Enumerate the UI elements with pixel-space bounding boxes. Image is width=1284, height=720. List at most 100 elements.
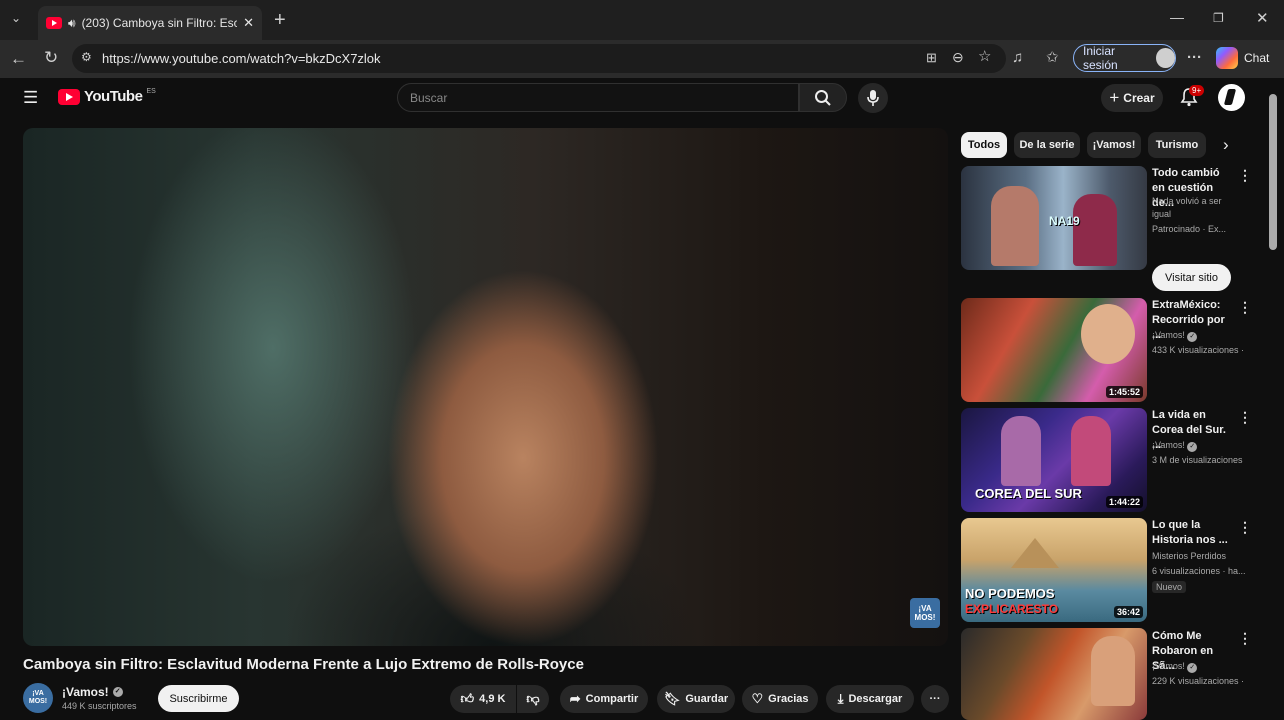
logo-region: ES xyxy=(146,88,156,95)
chip-todos[interactable]: Todos xyxy=(961,132,1007,158)
more-actions-button[interactable]: ··· xyxy=(921,685,949,713)
sponsored-thumb-text: NA19 xyxy=(1049,214,1080,228)
site-info-icon[interactable]: ⚙︎ xyxy=(81,51,92,63)
tab-title: (203) Camboya sin Filtro: Escla xyxy=(81,16,238,30)
related-thumbnail[interactable] xyxy=(961,628,1147,720)
download-button[interactable]: ⤓ Descargar xyxy=(826,685,914,713)
voice-search-button[interactable] xyxy=(858,83,888,113)
presenter-figure xyxy=(1073,194,1117,266)
create-label: Crear xyxy=(1123,91,1155,105)
verified-check-icon: ✓ xyxy=(1187,332,1198,342)
chip-de-la-serie[interactable]: De la serie xyxy=(1014,132,1080,158)
search-placeholder: Buscar xyxy=(410,90,448,105)
tab-list-chevron-down-icon[interactable]: ⌄ xyxy=(11,12,21,24)
download-icon: ⤓ xyxy=(837,691,844,706)
thanks-button[interactable]: ♡ Gracias xyxy=(742,685,818,713)
browser-tab[interactable]: 🔊︎ (203) Camboya sin Filtro: Escla ✕ xyxy=(38,6,262,40)
kebab-menu-icon[interactable]: ⋮ xyxy=(1238,519,1252,536)
video-title: Camboya sin Filtro: Esclavitud Moderna F… xyxy=(23,656,584,673)
related-channel: Misterios Perdidos xyxy=(1152,551,1227,561)
person-figure xyxy=(1001,416,1041,486)
minimize-icon[interactable]: — xyxy=(1170,10,1184,24)
thanks-heart-icon: ♡ xyxy=(751,691,764,706)
verified-check-icon: ✓ xyxy=(1187,442,1198,452)
save-button[interactable]: 🔖︎ Guardar xyxy=(657,685,735,713)
related-meta: 6 visualizaciones · ha... xyxy=(1152,566,1246,576)
new-tab-plus-icon[interactable]: + xyxy=(274,10,286,30)
close-window-icon[interactable]: ✕ xyxy=(1256,11,1269,26)
thumb-caption: COREA DEL SUR xyxy=(975,486,1082,501)
pyramid-shape xyxy=(1011,538,1059,568)
search-button[interactable] xyxy=(799,83,847,112)
related-channel: ¡Vamos! ✓ xyxy=(1152,438,1252,453)
thanks-label: Gracias xyxy=(768,693,809,705)
url-text: https://www.youtube.com/watch?v=bkzDcX7z… xyxy=(102,51,381,66)
subscribe-button[interactable]: Suscribirme xyxy=(158,685,239,712)
favorites-icon[interactable]: ✩ xyxy=(1046,50,1059,65)
search-icon xyxy=(815,89,831,106)
kebab-menu-icon[interactable]: ⋮ xyxy=(1238,167,1252,184)
related-channel: ¡Vamos! ✓ xyxy=(1152,328,1252,343)
back-arrow-icon[interactable]: ← xyxy=(10,50,27,67)
sponsored-thumbnail[interactable]: NA19 xyxy=(961,166,1147,270)
more-menu-icon[interactable]: ··· xyxy=(1187,50,1202,65)
chat-label: Chat xyxy=(1244,51,1270,65)
create-button[interactable]: + Crear xyxy=(1101,84,1163,112)
copilot-chat-button[interactable]: Chat xyxy=(1216,46,1269,70)
duration-badge: 1:44:22 xyxy=(1105,496,1143,508)
related-thumbnail[interactable]: 1:45:52 xyxy=(961,298,1147,402)
kebab-menu-icon[interactable]: ⋮ xyxy=(1238,299,1252,316)
host-face xyxy=(1081,304,1135,364)
reload-icon[interactable]: ↻ xyxy=(44,49,58,66)
kebab-menu-icon[interactable]: ⋮ xyxy=(1238,630,1252,647)
sponsored-meta: Patrocinado · Ex... xyxy=(1152,224,1227,234)
app-available-icon[interactable]: ⊞ xyxy=(926,51,937,64)
search-input[interactable]: Buscar xyxy=(397,83,799,112)
like-count: 4,9 K xyxy=(479,693,506,705)
maximize-icon[interactable]: ❐ xyxy=(1213,12,1224,24)
verified-check-icon: ✓ xyxy=(1187,663,1198,673)
share-button[interactable]: ➦ Compartir xyxy=(560,685,648,713)
hamburger-menu-icon[interactable]: ☰ xyxy=(23,88,38,108)
channel-avatar[interactable]: ¡VA MOS! xyxy=(23,683,53,713)
sponsored-desc: Nada volvió a ser igual xyxy=(1152,196,1222,219)
visit-site-button[interactable]: Visitar sitio xyxy=(1152,264,1231,291)
favorite-star-icon[interactable]: ☆ xyxy=(978,49,991,64)
related-meta: 3 M de visualizaciones xyxy=(1152,455,1243,465)
extensions-icon[interactable]: ♫ xyxy=(1012,50,1023,65)
close-tab-icon[interactable]: ✕ xyxy=(243,15,254,31)
kebab-menu-icon[interactable]: ⋮ xyxy=(1238,409,1252,426)
like-button[interactable]: 👍︎ 4,9 K xyxy=(450,685,516,713)
youtube-logo[interactable]: YouTube ES xyxy=(58,88,156,105)
signin-button[interactable]: Iniciar sesión xyxy=(1073,44,1176,72)
page-scrollbar[interactable] xyxy=(1269,94,1277,250)
zoom-icon[interactable]: ⊖ xyxy=(952,50,964,64)
dislike-button[interactable]: 👎︎ xyxy=(517,685,549,713)
browser-tab-strip: ⌄ 🔊︎ (203) Camboya sin Filtro: Escla ✕ +… xyxy=(0,0,1284,40)
duration-badge: 36:42 xyxy=(1113,606,1143,618)
chips-next-chevron-icon[interactable]: › xyxy=(1223,135,1229,155)
chip-turismo[interactable]: Turismo xyxy=(1148,132,1206,158)
thumb-caption: NO PODEMOS xyxy=(965,586,1055,601)
thumb-caption-2: EXPLICARESTO xyxy=(965,602,1059,616)
channel-watermark[interactable]: ¡VA MOS! xyxy=(910,598,940,628)
chip-vamos[interactable]: ¡Vamos! xyxy=(1087,132,1141,158)
bookmark-icon: 🔖︎ xyxy=(663,691,681,706)
subscriber-count: 449 K suscriptores xyxy=(62,701,137,711)
related-title[interactable]: Lo que la Historia nos ... xyxy=(1152,518,1234,548)
microphone-icon xyxy=(867,90,879,106)
channel-name-text: ¡Vamos! xyxy=(62,685,109,699)
video-player[interactable]: ¡VA MOS! xyxy=(23,128,948,646)
copilot-icon xyxy=(1216,47,1238,69)
profile-avatar xyxy=(1156,48,1175,68)
plus-icon: + xyxy=(1109,88,1120,107)
related-thumbnail[interactable]: COREA DEL SUR 1:44:22 xyxy=(961,408,1147,512)
thumbs-down-icon: 👎︎ xyxy=(526,691,540,706)
user-avatar[interactable] xyxy=(1218,84,1245,111)
related-thumbnail[interactable]: NO PODEMOS EXPLICARESTO 36:42 xyxy=(961,518,1147,622)
notifications-badge: 9+ xyxy=(1189,85,1205,96)
url-field[interactable]: ⚙︎ https://www.youtube.com/watch?v=bkzDc… xyxy=(72,44,1006,73)
person-figure xyxy=(1071,416,1111,486)
channel-name[interactable]: ¡Vamos! ✓ xyxy=(62,685,123,699)
speaker-icon[interactable]: 🔊︎ xyxy=(68,16,76,31)
